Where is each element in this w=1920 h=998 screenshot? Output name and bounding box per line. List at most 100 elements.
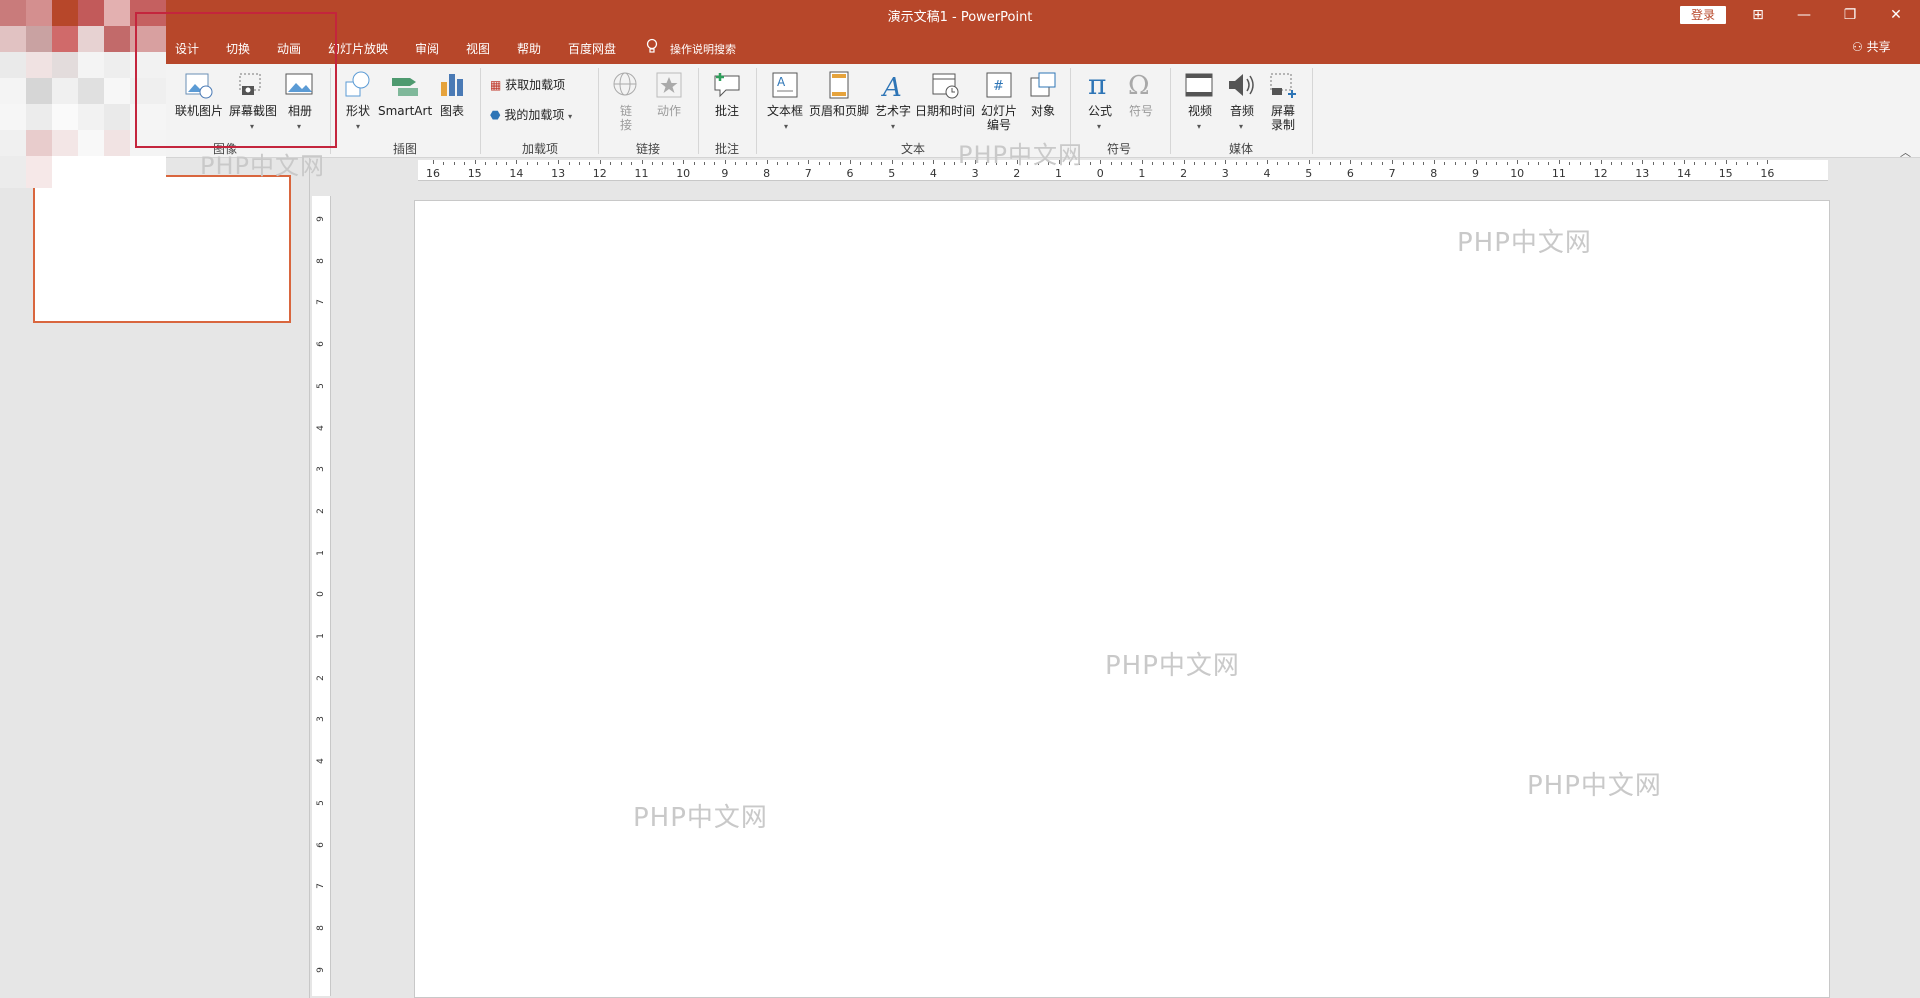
ruler-tick-label: 16 bbox=[426, 167, 440, 180]
ruler-tick bbox=[797, 162, 799, 165]
ruler-tick bbox=[1673, 162, 1675, 165]
ruler-tick bbox=[766, 160, 768, 164]
ruler-tick bbox=[1704, 162, 1706, 165]
ruler-tick bbox=[1433, 160, 1435, 164]
ruler-tick-label: 5 bbox=[316, 799, 326, 806]
chevron-down-icon: ▾ bbox=[1097, 122, 1102, 131]
ruler-tick-label: 13 bbox=[551, 167, 566, 180]
slide-thumbnail[interactable] bbox=[33, 175, 291, 323]
ruler-tick bbox=[870, 162, 872, 165]
ruler-tick-label: 2 bbox=[316, 508, 326, 514]
restore-button[interactable]: ❐ bbox=[1832, 4, 1868, 26]
ruler-tick bbox=[1485, 162, 1487, 165]
ruler-tick bbox=[1652, 162, 1654, 165]
ruler-tick-label: 6 bbox=[846, 167, 854, 180]
textbox-button[interactable]: 文本框 bbox=[762, 104, 808, 118]
equation-button[interactable]: 公式 bbox=[1080, 104, 1120, 118]
ruler-tick bbox=[1767, 160, 1769, 164]
ruler-tick-label: 15 bbox=[467, 167, 482, 180]
tab-view[interactable]: 视图 bbox=[466, 40, 490, 57]
group-label-symbols: 符号 bbox=[1106, 142, 1131, 156]
tab-review[interactable]: 审阅 bbox=[415, 40, 439, 57]
chart-button[interactable]: 图表 bbox=[432, 104, 472, 118]
ruler-tick-label: 6 bbox=[1346, 167, 1354, 180]
chevron-down-icon: ▾ bbox=[891, 122, 896, 131]
ruler-tick bbox=[1256, 162, 1258, 165]
group-separator bbox=[756, 68, 757, 154]
minimize-button[interactable]: — bbox=[1786, 4, 1822, 26]
ruler-tick bbox=[693, 162, 695, 165]
ruler-tick bbox=[808, 160, 810, 164]
link-button[interactable]: 链 接 bbox=[614, 104, 638, 132]
ruler-tick bbox=[1548, 162, 1550, 165]
ruler-tick-label: 8 bbox=[316, 257, 326, 264]
ruler-tick bbox=[1319, 162, 1321, 165]
comment-button[interactable]: 批注 bbox=[706, 104, 748, 118]
ruler-tick bbox=[1287, 162, 1289, 165]
ruler-tick bbox=[1538, 162, 1540, 165]
object-button[interactable]: 对象 bbox=[1024, 104, 1062, 118]
ruler-tick bbox=[1235, 162, 1237, 165]
ruler-tick bbox=[1371, 162, 1373, 165]
group-label-text: 文本 bbox=[900, 142, 925, 156]
ruler-tick bbox=[558, 160, 560, 164]
header-footer-button[interactable]: 页眉和页脚 bbox=[806, 104, 872, 118]
slide-canvas[interactable] bbox=[414, 200, 1830, 998]
get-addins-label: 获取加载项 bbox=[505, 78, 566, 92]
ribbon-display-options-icon[interactable]: ⊞ bbox=[1740, 4, 1776, 26]
ruler-tick bbox=[1725, 160, 1727, 164]
tab-baidu-netdisk[interactable]: 百度网盘 bbox=[568, 40, 616, 57]
object-icon bbox=[1030, 72, 1056, 97]
collapse-ribbon-icon[interactable]: ︿ bbox=[1900, 144, 1911, 160]
video-button[interactable]: 视频 bbox=[1180, 104, 1220, 118]
tab-slideshow[interactable]: 幻灯片放映 bbox=[328, 40, 388, 57]
close-button[interactable]: ✕ bbox=[1878, 4, 1914, 26]
ruler-tick-label: 11 bbox=[1551, 167, 1566, 180]
login-button[interactable]: 登录 bbox=[1680, 6, 1726, 24]
ruler-tick bbox=[1089, 162, 1091, 165]
video-icon bbox=[1185, 73, 1213, 97]
equation-pi-icon: π bbox=[1088, 68, 1106, 98]
ruler-tick bbox=[1746, 162, 1748, 165]
ruler-tick bbox=[724, 160, 726, 164]
ruler-tick-label: 1 bbox=[316, 549, 326, 556]
ruler-tick bbox=[1496, 162, 1498, 165]
my-addins-button[interactable]: ⬣ 我的加载项 ▾ bbox=[490, 108, 590, 124]
symbol-omega-icon: Ω bbox=[1128, 71, 1150, 98]
tab-help[interactable]: 帮助 bbox=[517, 40, 541, 57]
smartart-button[interactable]: SmartArt bbox=[378, 104, 432, 118]
tell-me-search[interactable]: 操作说明搜索 bbox=[670, 41, 736, 57]
ruler-tick-label: 9 bbox=[721, 167, 729, 180]
ruler-tick bbox=[1173, 162, 1175, 165]
ruler-tick bbox=[943, 162, 945, 165]
ruler-tick-label: 8 bbox=[316, 925, 326, 931]
shapes-button[interactable]: 形状 bbox=[338, 104, 378, 118]
ruler-tick bbox=[1517, 160, 1519, 164]
action-button[interactable]: 动作 bbox=[650, 104, 688, 118]
get-addins-button[interactable]: ▦ 获取加载项 bbox=[490, 78, 590, 92]
slide-number-button[interactable]: 幻灯片 编号 bbox=[976, 104, 1022, 132]
ruler-tick bbox=[651, 162, 653, 165]
ruler-tick-label: 11 bbox=[634, 167, 649, 180]
ruler-tick bbox=[1412, 162, 1414, 165]
share-button[interactable]: ⚇ 共享 bbox=[1852, 38, 1891, 55]
ruler-tick bbox=[537, 162, 539, 165]
screen-recording-button[interactable]: 屏幕 录制 bbox=[1264, 104, 1302, 132]
watermark: PHP中文网 bbox=[1527, 771, 1662, 801]
ruler-tick bbox=[1121, 162, 1123, 165]
symbol-button[interactable]: 符号 bbox=[1122, 104, 1160, 118]
wordart-button[interactable]: 艺术字 bbox=[872, 104, 914, 118]
ruler-tick bbox=[526, 162, 528, 165]
textbox-icon: A bbox=[772, 72, 798, 98]
ruler-tick bbox=[1392, 160, 1394, 164]
chevron-down-icon: ▾ bbox=[356, 122, 361, 131]
lightbulb-icon bbox=[646, 38, 658, 53]
date-time-button[interactable]: 日期和时间 bbox=[914, 104, 976, 118]
ruler-tick bbox=[568, 162, 570, 165]
smartart-icon bbox=[392, 78, 418, 96]
ruler-tick-label: 12 bbox=[592, 167, 607, 180]
ruler-tick bbox=[578, 162, 580, 165]
audio-button[interactable]: 音频 bbox=[1222, 104, 1262, 118]
ruler-tick bbox=[1631, 162, 1633, 165]
ruler-tick bbox=[1339, 162, 1341, 165]
